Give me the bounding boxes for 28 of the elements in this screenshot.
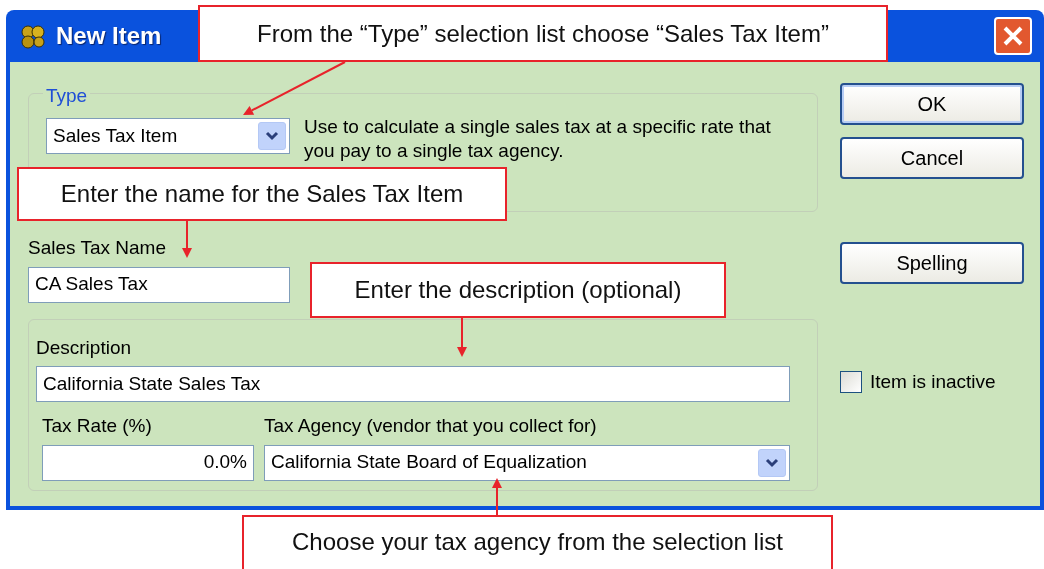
dialog-button[interactable]: Cancel xyxy=(840,137,1024,179)
chevron-down-icon xyxy=(265,131,279,141)
dialog-button[interactable]: OK xyxy=(840,83,1024,125)
close-button[interactable] xyxy=(994,17,1032,55)
checkbox[interactable] xyxy=(840,371,862,394)
tax-agency-dropdown[interactable]: California State Board of Equalization xyxy=(264,444,790,481)
close-icon xyxy=(1002,25,1024,47)
arrow xyxy=(182,220,192,258)
callout: Enter the name for the Sales Tax Item xyxy=(17,167,507,221)
field-label: Tax Rate (%) xyxy=(42,414,152,438)
callout: Enter the description (optional) xyxy=(310,262,726,318)
app-icon xyxy=(18,23,48,49)
type-dropdown[interactable]: Sales Tax Item xyxy=(46,118,290,154)
arrow xyxy=(492,478,502,516)
dialog-button[interactable]: Spelling xyxy=(840,242,1024,284)
arrow xyxy=(457,317,467,357)
description-field[interactable]: California State Sales Tax xyxy=(36,366,790,402)
field-label: Tax Agency (vendor that you collect for) xyxy=(264,414,597,438)
callout: From the “Type” selection list choose “Sales Tax Item” xyxy=(198,5,888,62)
chevron-down-icon xyxy=(765,457,779,468)
field-label: Description xyxy=(36,335,132,360)
callout: Choose your tax agency from the selection list xyxy=(242,515,833,569)
window-title: New Item xyxy=(56,21,162,51)
field-label: Sales Tax Name xyxy=(28,236,166,260)
name-field[interactable]: CA Sales Tax xyxy=(28,266,290,303)
type-description: Use to calculate a single sales tax at a specific rate that you pay to a single tax agency. xyxy=(304,115,772,163)
checkbox-label: Item is inactive xyxy=(870,370,996,394)
tax-rate-field[interactable]: 0.0% xyxy=(42,444,254,481)
